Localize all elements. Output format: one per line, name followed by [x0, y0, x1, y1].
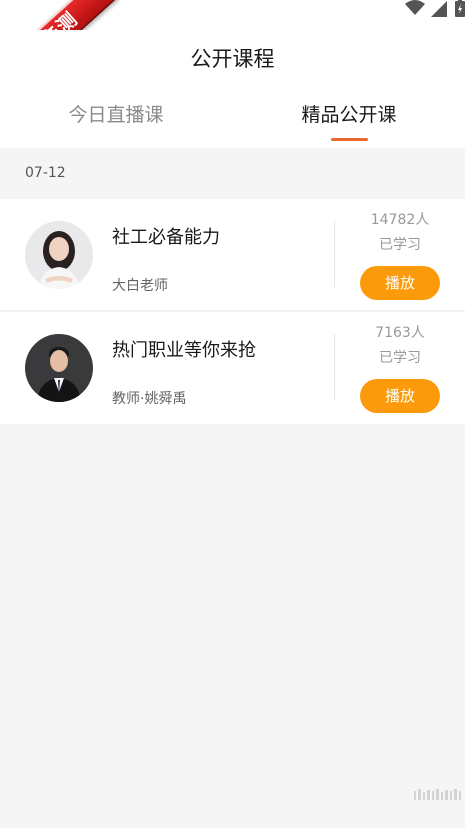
- tab-live-today[interactable]: 今日直播课: [0, 88, 232, 148]
- date-group-header: 07-12: [0, 148, 465, 198]
- divider: [334, 221, 335, 287]
- tab-bar: 今日直播课 精品公开课: [0, 88, 465, 148]
- play-button[interactable]: 播放: [360, 266, 440, 300]
- teacher-avatar: [25, 334, 93, 402]
- tab-featured-open[interactable]: 精品公开课: [233, 88, 465, 148]
- divider: [334, 334, 335, 400]
- course-item[interactable]: 社工必备能力 大白老师 14782人 已学习 播放: [0, 199, 465, 311]
- wifi-icon: [405, 0, 425, 20]
- learner-count: 7163人: [375, 325, 425, 341]
- learner-count: 14782人: [370, 212, 430, 228]
- course-item[interactable]: 热门职业等你来抢 教师·姚舜禹 7163人 已学习 播放: [0, 312, 465, 424]
- date-label: 07-12: [25, 165, 66, 181]
- course-title: 热门职业等你来抢: [112, 340, 256, 361]
- course-teacher: 大白老师: [112, 278, 168, 294]
- learner-count-label: 已学习: [379, 350, 421, 366]
- page-title: 公开课程: [190, 47, 275, 71]
- signal-icon: [431, 1, 447, 21]
- course-teacher: 教师·姚舜禹: [112, 391, 187, 407]
- learner-count-label: 已学习: [379, 237, 421, 253]
- course-title: 社工必备能力: [112, 227, 220, 248]
- tab-featured-label: 精品公开课: [301, 104, 397, 126]
- header: 公开课程: [0, 30, 465, 88]
- play-button[interactable]: 播放: [360, 379, 440, 413]
- teacher-avatar: [25, 221, 93, 289]
- watermark-graphic: [412, 785, 464, 807]
- battery-icon: [455, 0, 465, 21]
- active-tab-indicator: [331, 138, 368, 141]
